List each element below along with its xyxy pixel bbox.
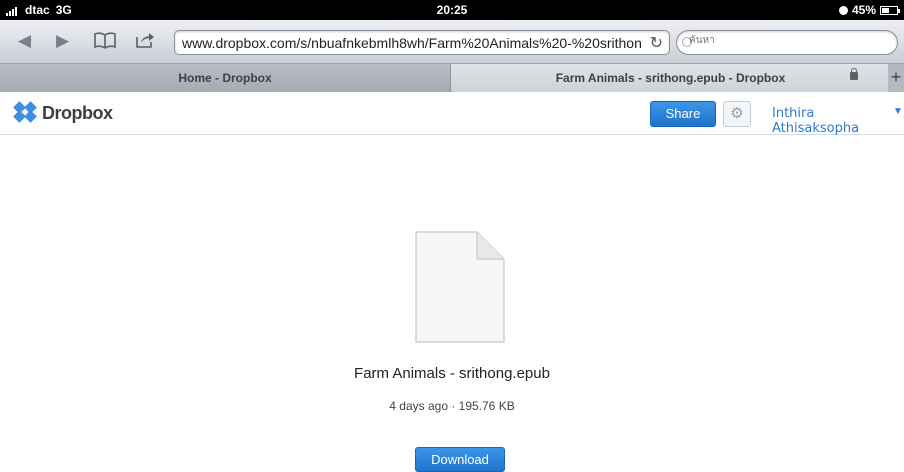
new-tab-icon[interactable]: + (888, 64, 904, 92)
search-bar[interactable] (676, 30, 898, 55)
reload-icon[interactable]: ↻ (650, 33, 663, 53)
user-menu[interactable]: Inthira Athisaksopha (772, 106, 904, 136)
browser-toolbar: ◀ ▶ www.dropbox.com/s/nbuafnkebmlh8wh/Fa… (0, 20, 904, 64)
file-name: Farm Animals - srithong.epub (354, 365, 550, 382)
tab-label: Farm Animals - srithong.epub - Dropbox (555, 71, 786, 85)
address-bar[interactable]: www.dropbox.com/s/nbuafnkebmlh8wh/Farm%2… (174, 30, 670, 55)
dropbox-header: Dropbox Share ⚙ Inthira Athisaksopha ▼ (0, 93, 904, 136)
battery-percent: 45% (851, 3, 876, 17)
brand-name: Dropbox (42, 102, 113, 123)
back-icon[interactable]: ◀ (18, 31, 31, 51)
status-bar: dtac 3G 20:25 45% (0, 0, 904, 20)
tab-home-dropbox[interactable]: Home - Dropbox (0, 64, 450, 92)
url-text[interactable]: www.dropbox.com/s/nbuafnkebmlh8wh/Farm%2… (182, 35, 642, 51)
dropbox-logo-icon (13, 101, 37, 124)
file-icon (415, 231, 505, 343)
bookmarks-icon[interactable] (94, 31, 116, 54)
status-right: 45% (838, 3, 900, 17)
download-button[interactable]: Download (415, 447, 505, 472)
tab-farm-animals[interactable]: Farm Animals - srithong.epub - Dropbox (450, 64, 890, 92)
chevron-down-icon[interactable]: ▼ (893, 106, 903, 117)
gear-icon: ⚙ (730, 105, 744, 122)
forward-icon[interactable]: ▶ (56, 31, 69, 51)
search-input[interactable] (689, 35, 889, 46)
file-meta: 4 days ago · 195.76 KB (389, 399, 515, 413)
tab-label: Home - Dropbox (178, 71, 272, 85)
tab-bar: Home - Dropbox ✕ Farm Animals - srithong… (0, 64, 904, 92)
dropbox-logo[interactable]: Dropbox (13, 101, 113, 124)
clock: 20:25 (436, 3, 468, 17)
share-action-icon[interactable] (135, 31, 155, 54)
battery-icon (880, 5, 900, 15)
alarm-icon (838, 5, 848, 15)
share-button[interactable]: Share (650, 101, 716, 127)
settings-button[interactable]: ⚙ (723, 101, 751, 127)
lock-icon (850, 68, 858, 80)
